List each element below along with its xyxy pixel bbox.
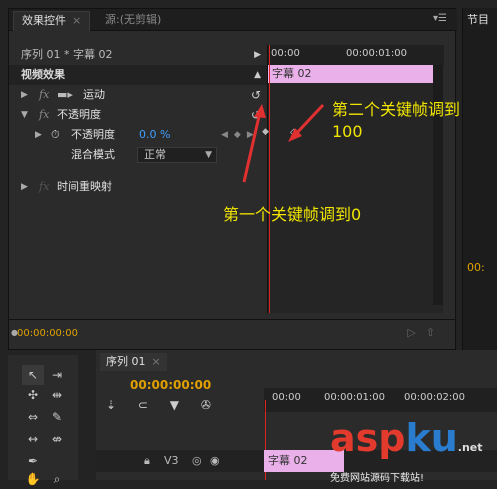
annotation-first-keyframe: 第一个关键帧调到0 [223,205,362,224]
annotation-arrows [242,103,325,183]
arrowhead [254,104,266,118]
watermark-subtitle: 免费网站源码下载站! [330,473,425,484]
arrow-to-first-keyframe [242,111,262,183]
annotation-second-keyframe-value: 100 [332,122,363,141]
watermark: aspku.net 免费网站源码下载站! [330,416,495,484]
watermark-logo: aspku.net [330,416,483,460]
arrow-to-second-keyframe [292,103,325,138]
annotation-second-keyframe: 第二个关键帧调到 [332,100,461,119]
